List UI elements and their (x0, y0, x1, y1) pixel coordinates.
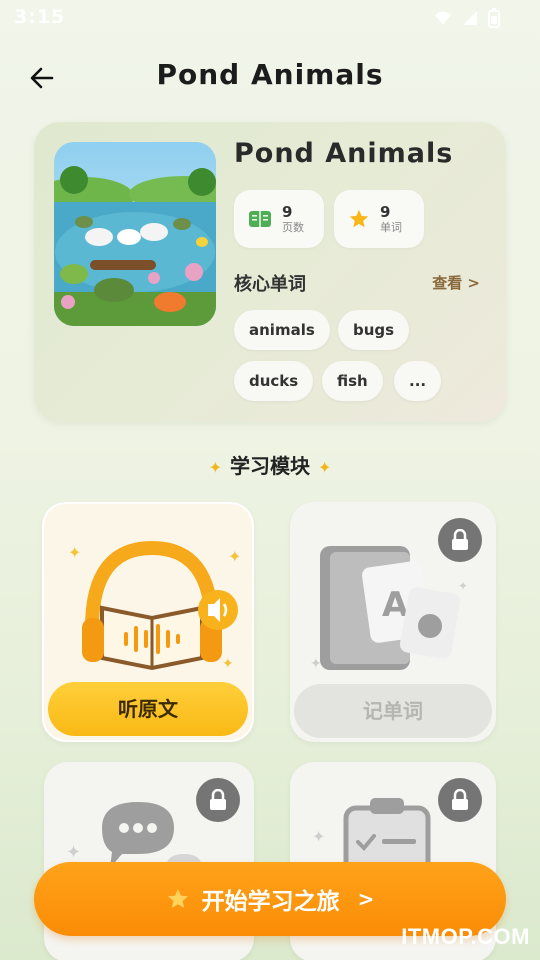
book-icon (249, 211, 271, 227)
module-vocab[interactable]: A ✦ ✦ 记单词 (290, 502, 496, 742)
sparkle-icon: ✦ (318, 458, 332, 477)
watermark-text: ITMOP.COM (401, 924, 530, 949)
core-words-title: 核心单词 (234, 274, 306, 295)
book-title: Pond Animals (234, 138, 454, 169)
words-stat: 9 单词 (334, 190, 424, 248)
headphones-book-icon: ✦ ✦ ✦ (68, 540, 241, 672)
section-title: ✦ 学习模块 ✦ (0, 450, 540, 479)
book-info-card: Pond Animals 9 页数 9 单词 核心单词 查看 > animals… (34, 122, 506, 422)
module-listen[interactable]: ✦ ✦ ✦ 听原文 (42, 502, 254, 742)
pages-stat: 9 页数 (234, 190, 324, 248)
status-time: 3:15 (14, 6, 66, 28)
chevron-right-icon: > (357, 887, 375, 911)
star-icon (349, 209, 369, 228)
header: Pond Animals (0, 50, 540, 106)
module-vocab-button[interactable]: 记单词 (294, 684, 492, 738)
pages-label: 页数 (282, 221, 304, 234)
words-label: 单词 (380, 221, 402, 234)
word-chip[interactable]: animals (234, 310, 330, 350)
sparkle-icon: ✦ (208, 458, 222, 477)
word-chip[interactable]: ducks (234, 361, 314, 401)
page-title: Pond Animals (156, 58, 384, 91)
section-title-text: 学习模块 (230, 454, 310, 478)
battery-icon (488, 8, 500, 28)
svg-text:✦: ✦ (228, 547, 241, 566)
status-bar: 3:15 (0, 0, 540, 36)
more-words-chip[interactable]: ... (394, 361, 442, 401)
svg-text:✦: ✦ (68, 543, 81, 562)
svg-text:✦: ✦ (310, 656, 322, 672)
svg-text:✦: ✦ (458, 579, 468, 593)
book-cover-image[interactable] (54, 142, 216, 326)
word-chip[interactable]: bugs (338, 310, 410, 350)
view-words-link[interactable]: 查看 > (432, 272, 480, 293)
word-chip[interactable]: fish (322, 361, 383, 401)
module-listen-button[interactable]: 听原文 (48, 682, 248, 736)
svg-text:✦: ✦ (312, 827, 325, 846)
lock-icon (438, 778, 482, 822)
svg-text:✦: ✦ (66, 842, 81, 863)
lock-icon (196, 778, 240, 822)
start-learning-label: 开始学习之旅 (201, 889, 340, 915)
status-icons (434, 8, 500, 28)
words-count: 9 (380, 203, 391, 221)
svg-text:✦: ✦ (222, 656, 234, 672)
wifi-icon (435, 11, 451, 25)
signal-icon (463, 11, 477, 25)
lock-icon (438, 518, 482, 562)
pages-count: 9 (282, 203, 293, 221)
star-icon (167, 889, 188, 908)
